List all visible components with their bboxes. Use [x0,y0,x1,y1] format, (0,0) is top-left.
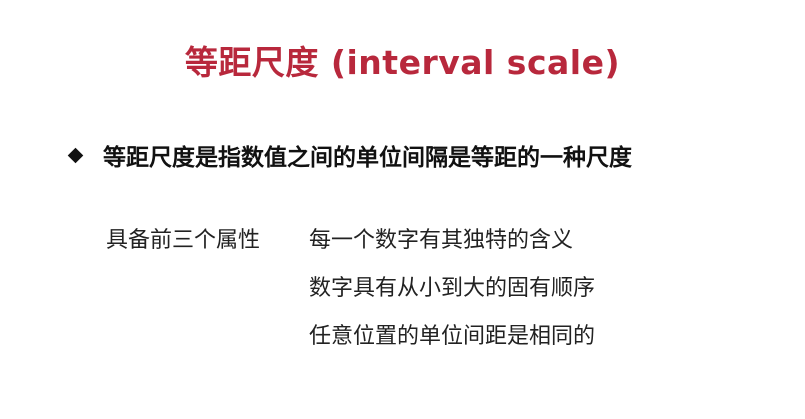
diamond-bullet-icon [67,147,84,163]
slide: 等距尺度 (interval scale) 等距尺度是指数值之间的单位间隔是等距… [0,0,805,419]
properties-label: 具备前三个属性 [106,228,261,253]
property-item: 数字具有从小到大的固有顺序 [309,276,596,301]
slide-title: 等距尺度 (interval scale) [184,43,621,82]
bullet-text: 等距尺度是指数值之间的单位间隔是等距的一种尺度 [103,145,632,171]
property-item: 任意位置的单位间距是相同的 [309,324,596,349]
bullet-point: 等距尺度是指数值之间的单位间隔是等距的一种尺度 [67,138,632,172]
property-item: 每一个数字有其独特的含义 [309,228,574,253]
